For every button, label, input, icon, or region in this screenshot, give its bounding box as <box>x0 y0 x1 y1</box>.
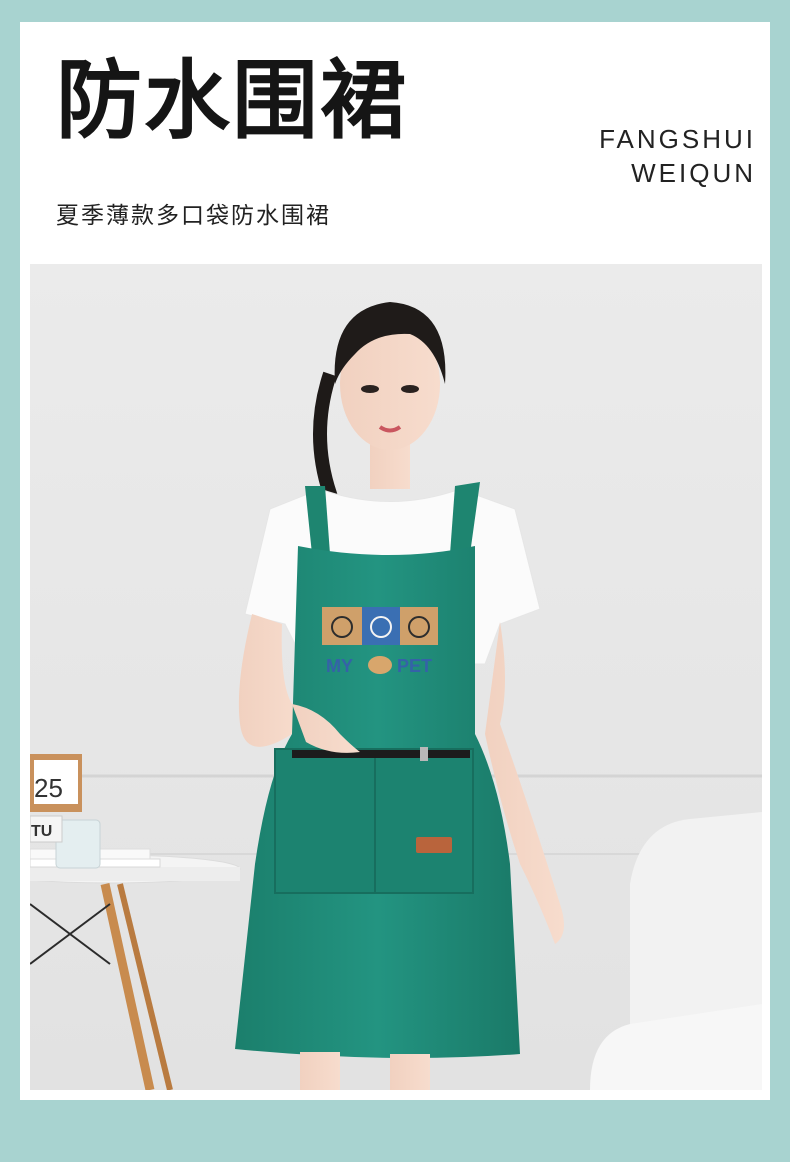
pinyin-caption: FANGSHUI WEIQUN <box>599 122 756 190</box>
apron-print-right: PET <box>397 656 432 676</box>
bottom-frame <box>0 1100 790 1162</box>
product-card: 防水围裙 夏季薄款多口袋防水围裙 FANGSHUI WEIQUN 25 TU M… <box>20 22 770 1100</box>
page-subtitle: 夏季薄款多口袋防水围裙 <box>56 203 331 229</box>
model-illustration: 25 TU MY PET <box>30 264 762 1090</box>
pet-print-box-1 <box>322 607 362 645</box>
pet-print-box-3 <box>400 607 438 645</box>
pinyin-line-1: FANGSHUI <box>599 124 756 154</box>
pet-print-box-2 <box>362 607 400 645</box>
book-title: TU <box>31 823 52 840</box>
glass <box>55 819 101 869</box>
neck <box>370 444 410 489</box>
product-photo: 25 TU MY PET <box>30 264 762 1090</box>
leg-left <box>300 1052 340 1090</box>
pinyin-line-2: WEIQUN <box>631 158 756 188</box>
leg-right <box>390 1054 430 1090</box>
calendar-number: 25 <box>34 773 63 803</box>
cat-face-icon <box>368 656 392 674</box>
leather-label <box>416 837 452 853</box>
apron-zipper <box>292 750 470 758</box>
page-title: 防水围裙 <box>56 51 408 151</box>
apron-print-left: MY <box>326 656 353 676</box>
